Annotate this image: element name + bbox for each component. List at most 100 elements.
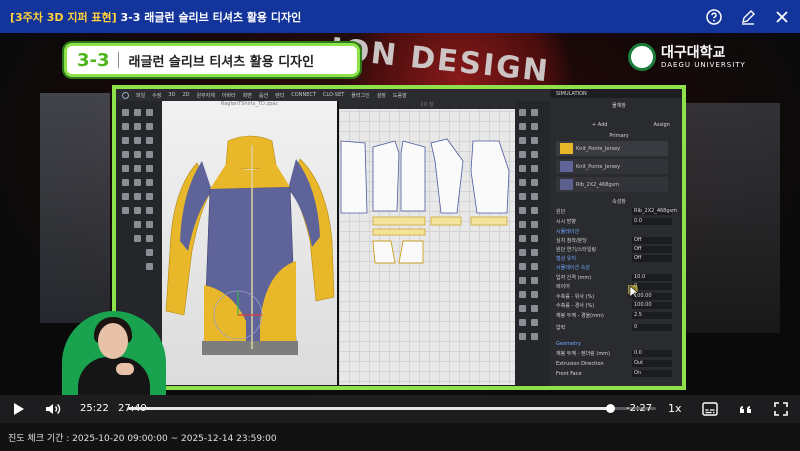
property-label: 원단 bbox=[556, 209, 566, 215]
menu-item: 3D bbox=[168, 92, 176, 98]
close-icon[interactable] bbox=[774, 9, 790, 25]
chapter-title-card: 3-3 래글런 슬리브 티셔츠 활용 디자인 bbox=[64, 43, 360, 77]
2d-pattern-window: 2D 창 bbox=[339, 101, 515, 385]
property-row: 형상 유지 Off bbox=[550, 254, 682, 263]
menu-item: 아바타 bbox=[221, 92, 236, 99]
progress-check-period: 진도 체크 기간 : 2025-10-20 09:00:00 ~ 2025-12… bbox=[0, 423, 800, 451]
property-row: 입자 간격 (mm) 10.0 bbox=[550, 273, 682, 282]
property-row: 원단 Rib_2X2_468gsm bbox=[550, 207, 682, 216]
property-row: 재봉 두께 - 경울(mm) 2.5 bbox=[550, 311, 682, 320]
property-value: Off bbox=[632, 237, 672, 244]
property-row: 시시 방향 0.0 bbox=[550, 217, 682, 226]
fabric-toolbar: + Add Assign bbox=[550, 120, 682, 129]
property-label: 심지 첨착/분딩 bbox=[556, 238, 587, 244]
property-value: 0.0 bbox=[632, 350, 672, 357]
university-logo: 대구대학교 DAEGU UNIVERSITY bbox=[628, 43, 746, 71]
clo-app-screen: 파일 수정 3D 2D 원부자재 아바타 화면 옵션 렌더 CONNECT CL… bbox=[112, 85, 686, 390]
fabric-name: Knit_Ponte_Jersey bbox=[576, 145, 621, 152]
property-label: 압력 bbox=[556, 325, 566, 331]
university-emblem-icon bbox=[628, 43, 656, 71]
property-label: 재봉 두께 - 경울(mm) bbox=[556, 313, 604, 319]
property-value: Rib_2X2_468gsm bbox=[632, 208, 678, 215]
menu-item: 파일 bbox=[136, 92, 146, 99]
player-controls: 25:22 27:49 -2:27 1x bbox=[0, 395, 800, 423]
chapter-title: 래글런 슬리브 티셔츠 활용 디자인 bbox=[128, 54, 315, 70]
simulation-toggle: SIMULATION bbox=[550, 89, 682, 98]
menu-item: 수정 bbox=[152, 92, 162, 99]
section-label: 시뮬레이션 속성 bbox=[556, 265, 590, 271]
section-label: 시뮬레이션 bbox=[556, 229, 580, 235]
property-row: 레이어0 bbox=[550, 282, 682, 291]
video-player[interactable]: ION DESIGN 3-3 래글런 슬리브 티셔츠 활용 디자인 대구대학교 … bbox=[0, 33, 800, 395]
property-row: 재봉 두께 - 렌더링 (mm) 0.0 bbox=[550, 349, 682, 358]
fabric-swatch bbox=[560, 143, 573, 154]
simulation-label: SIMULATION bbox=[556, 90, 587, 97]
progress-fill bbox=[128, 407, 610, 410]
property-value: 0 bbox=[632, 324, 672, 331]
property-row: 심지 첨착/분딩 Off bbox=[550, 236, 682, 245]
property-label: 레이어 bbox=[556, 284, 570, 290]
section-header: 시뮬레이션 bbox=[550, 227, 682, 236]
property-value: Out bbox=[632, 360, 672, 367]
fabric-swatch bbox=[560, 179, 573, 190]
university-name-en: DAEGU UNIVERSITY bbox=[661, 60, 746, 69]
property-row: Front Face On bbox=[550, 369, 682, 378]
file-name: RaglanTShirts_TD.zpac bbox=[220, 101, 279, 107]
header-bar: [3주차 3D 지퍼 표현] 3-3 래글런 슬리브 티셔츠 활용 디자인 bbox=[0, 0, 800, 33]
menu-item: 렌더 bbox=[275, 92, 285, 99]
app-menubar: 파일 수정 3D 2D 원부자재 아바타 화면 옵션 렌더 CONNECT CL… bbox=[116, 89, 550, 101]
chapter-divider bbox=[117, 52, 119, 68]
property-label: 원단 연기/스타일링 bbox=[556, 247, 597, 253]
2d-pattern-pieces bbox=[340, 138, 510, 264]
2d-window-title: 2D 창 bbox=[339, 101, 515, 109]
fullscreen-icon[interactable] bbox=[773, 401, 789, 417]
property-label: 시시 방향 bbox=[556, 219, 576, 225]
quote-icon[interactable] bbox=[738, 401, 754, 417]
lecture-title: [3주차 3D 지퍼 표현] 3-3 래글런 슬리브 티셔츠 활용 디자인 bbox=[10, 9, 301, 25]
menu-item: 도움말 bbox=[392, 92, 407, 99]
3d-garment bbox=[165, 135, 335, 355]
fabric-name: Knit_Ponte_Jersey bbox=[576, 163, 621, 170]
play-icon[interactable] bbox=[10, 401, 26, 417]
subtitles-icon[interactable] bbox=[702, 401, 718, 417]
progress-bar[interactable] bbox=[128, 404, 656, 413]
playback-speed-button[interactable]: 1x bbox=[668, 402, 682, 415]
property-value: On bbox=[632, 370, 672, 377]
property-value: 0.0 bbox=[632, 218, 672, 225]
property-row: 원단 연기/스타일링 Off bbox=[550, 245, 682, 254]
fabric-item: Knit_Ponte_Jersey bbox=[556, 159, 668, 174]
property-editor-title: 속성창 bbox=[550, 197, 682, 206]
primary-label: Primary bbox=[550, 131, 682, 140]
property-label: 입자 간격 (mm) bbox=[556, 275, 592, 281]
assign-button: Assign bbox=[653, 121, 670, 128]
property-label: Extrusion Direction bbox=[556, 360, 604, 367]
volume-icon[interactable] bbox=[45, 401, 61, 417]
property-value: 2.5 bbox=[632, 312, 672, 319]
week-tag: [3주차 3D 지퍼 표현] bbox=[10, 10, 117, 24]
3d-viewport: RaglanTShirts_TD.zpac bbox=[162, 101, 337, 385]
menu-item: 플러그인 bbox=[351, 92, 370, 99]
property-label: 재봉 두께 - 렌더링 (mm) bbox=[556, 351, 611, 357]
university-name-ko: 대구대학교 bbox=[661, 44, 726, 61]
background-panel bbox=[680, 103, 780, 333]
fabric-item: Rib_2X2_468gsm bbox=[556, 177, 668, 192]
menu-item: CONNECT bbox=[291, 92, 316, 98]
clo-logo-icon bbox=[122, 91, 129, 99]
edit-icon[interactable] bbox=[740, 9, 756, 25]
progress-check-period-text: 진도 체크 기간 : 2025-10-20 09:00:00 ~ 2025-12… bbox=[8, 433, 277, 444]
property-row: 수축률 - 위사 (%) 100.00 bbox=[550, 292, 682, 301]
section-header: Geometry bbox=[550, 339, 682, 348]
right-toolbar bbox=[515, 101, 550, 385]
help-icon[interactable] bbox=[706, 8, 722, 25]
property-editor-label: 속성창 bbox=[612, 199, 626, 205]
fabric-name: Rib_2X2_468gsm bbox=[576, 181, 620, 188]
primary-text: Primary bbox=[609, 132, 629, 139]
current-time: 25:22 bbox=[80, 403, 109, 414]
progress-knob[interactable] bbox=[605, 404, 615, 413]
property-value: 10.0 bbox=[632, 274, 672, 281]
object-browser-label: 물체창 bbox=[612, 103, 626, 109]
property-row: 압력 0 bbox=[550, 323, 682, 332]
fabric-item: Knit_Ponte_Jersey bbox=[556, 141, 668, 156]
section-header: 시뮬레이션 속성 bbox=[550, 263, 682, 272]
property-label: 수축률 - 경사 (%) bbox=[556, 303, 595, 309]
